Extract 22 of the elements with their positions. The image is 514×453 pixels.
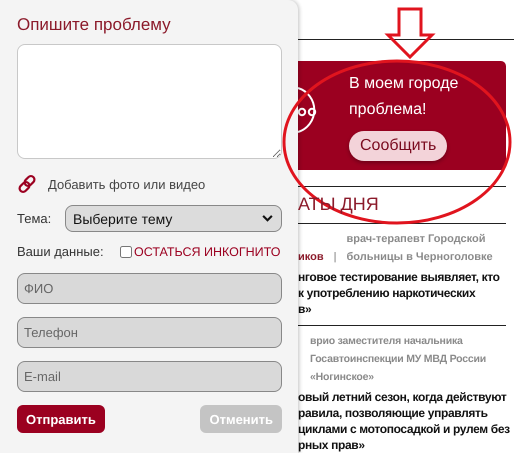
topic-dropdown[interactable]: Выберите тему bbox=[65, 205, 282, 232]
incognito-checkbox[interactable] bbox=[120, 246, 132, 258]
topic-label: Тема: bbox=[17, 211, 52, 226]
input-field[interactable]: ФИО bbox=[17, 273, 282, 304]
link-icon[interactable] bbox=[17, 174, 37, 194]
input-field[interactable]: Телефон bbox=[17, 317, 282, 348]
form-title: Опишите проблему bbox=[17, 14, 172, 36]
description-field[interactable] bbox=[17, 44, 282, 159]
article-title[interactable]: нговое тестирование выявляет, кто к употреблению наркотических в» bbox=[298, 269, 506, 317]
incognito-label[interactable]: ОСТАТЬСЯ ИНКОГНИТО bbox=[134, 244, 280, 258]
author-caption: врио заместителя начальника Госавтоинспекции МУ МВД России «Ногинское» bbox=[310, 334, 487, 385]
separator: | bbox=[334, 250, 336, 265]
chevron-icon bbox=[262, 215, 273, 222]
your-data-label: Ваши данные: bbox=[17, 244, 105, 259]
banner-text: В моем городе проблема! bbox=[349, 74, 460, 120]
author-caption: врач-терапевт Городской больницы в Черноголовке bbox=[346, 232, 494, 265]
author-link[interactable]: иков bbox=[298, 248, 324, 266]
report-button[interactable]: Сообщить bbox=[349, 131, 448, 161]
submit-button[interactable]: Отправить bbox=[17, 405, 105, 433]
arrow-annotation bbox=[384, 8, 436, 60]
input-field[interactable]: E-mail bbox=[17, 361, 282, 392]
attach-link[interactable]: Добавить фото или видео bbox=[48, 176, 206, 192]
